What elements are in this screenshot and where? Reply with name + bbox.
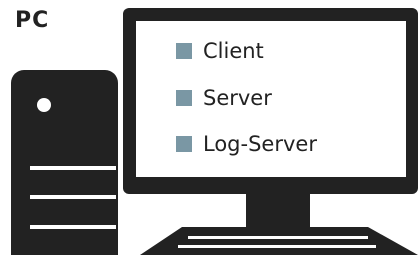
- keyboard-line-1: [188, 236, 368, 239]
- drive-slot-3: [30, 225, 116, 229]
- screen-item-server: Server: [176, 84, 272, 112]
- screen-item-label: Client: [203, 39, 264, 63]
- screen-item-log-server: Log-Server: [176, 130, 317, 158]
- drive-slot-2: [30, 195, 116, 199]
- tower-case-icon: [11, 70, 118, 255]
- power-button-icon: [37, 98, 51, 112]
- monitor-neck: [246, 193, 310, 227]
- screen-item-label: Server: [203, 86, 272, 110]
- keyboard-line-2: [178, 245, 376, 248]
- square-bullet-icon: [176, 90, 192, 106]
- screen-item-label: Log-Server: [203, 132, 317, 156]
- square-bullet-icon: [176, 136, 192, 152]
- drive-slot-1: [30, 166, 116, 170]
- screen-item-client: Client: [176, 37, 264, 65]
- monitor-base: [140, 227, 418, 255]
- square-bullet-icon: [176, 43, 192, 59]
